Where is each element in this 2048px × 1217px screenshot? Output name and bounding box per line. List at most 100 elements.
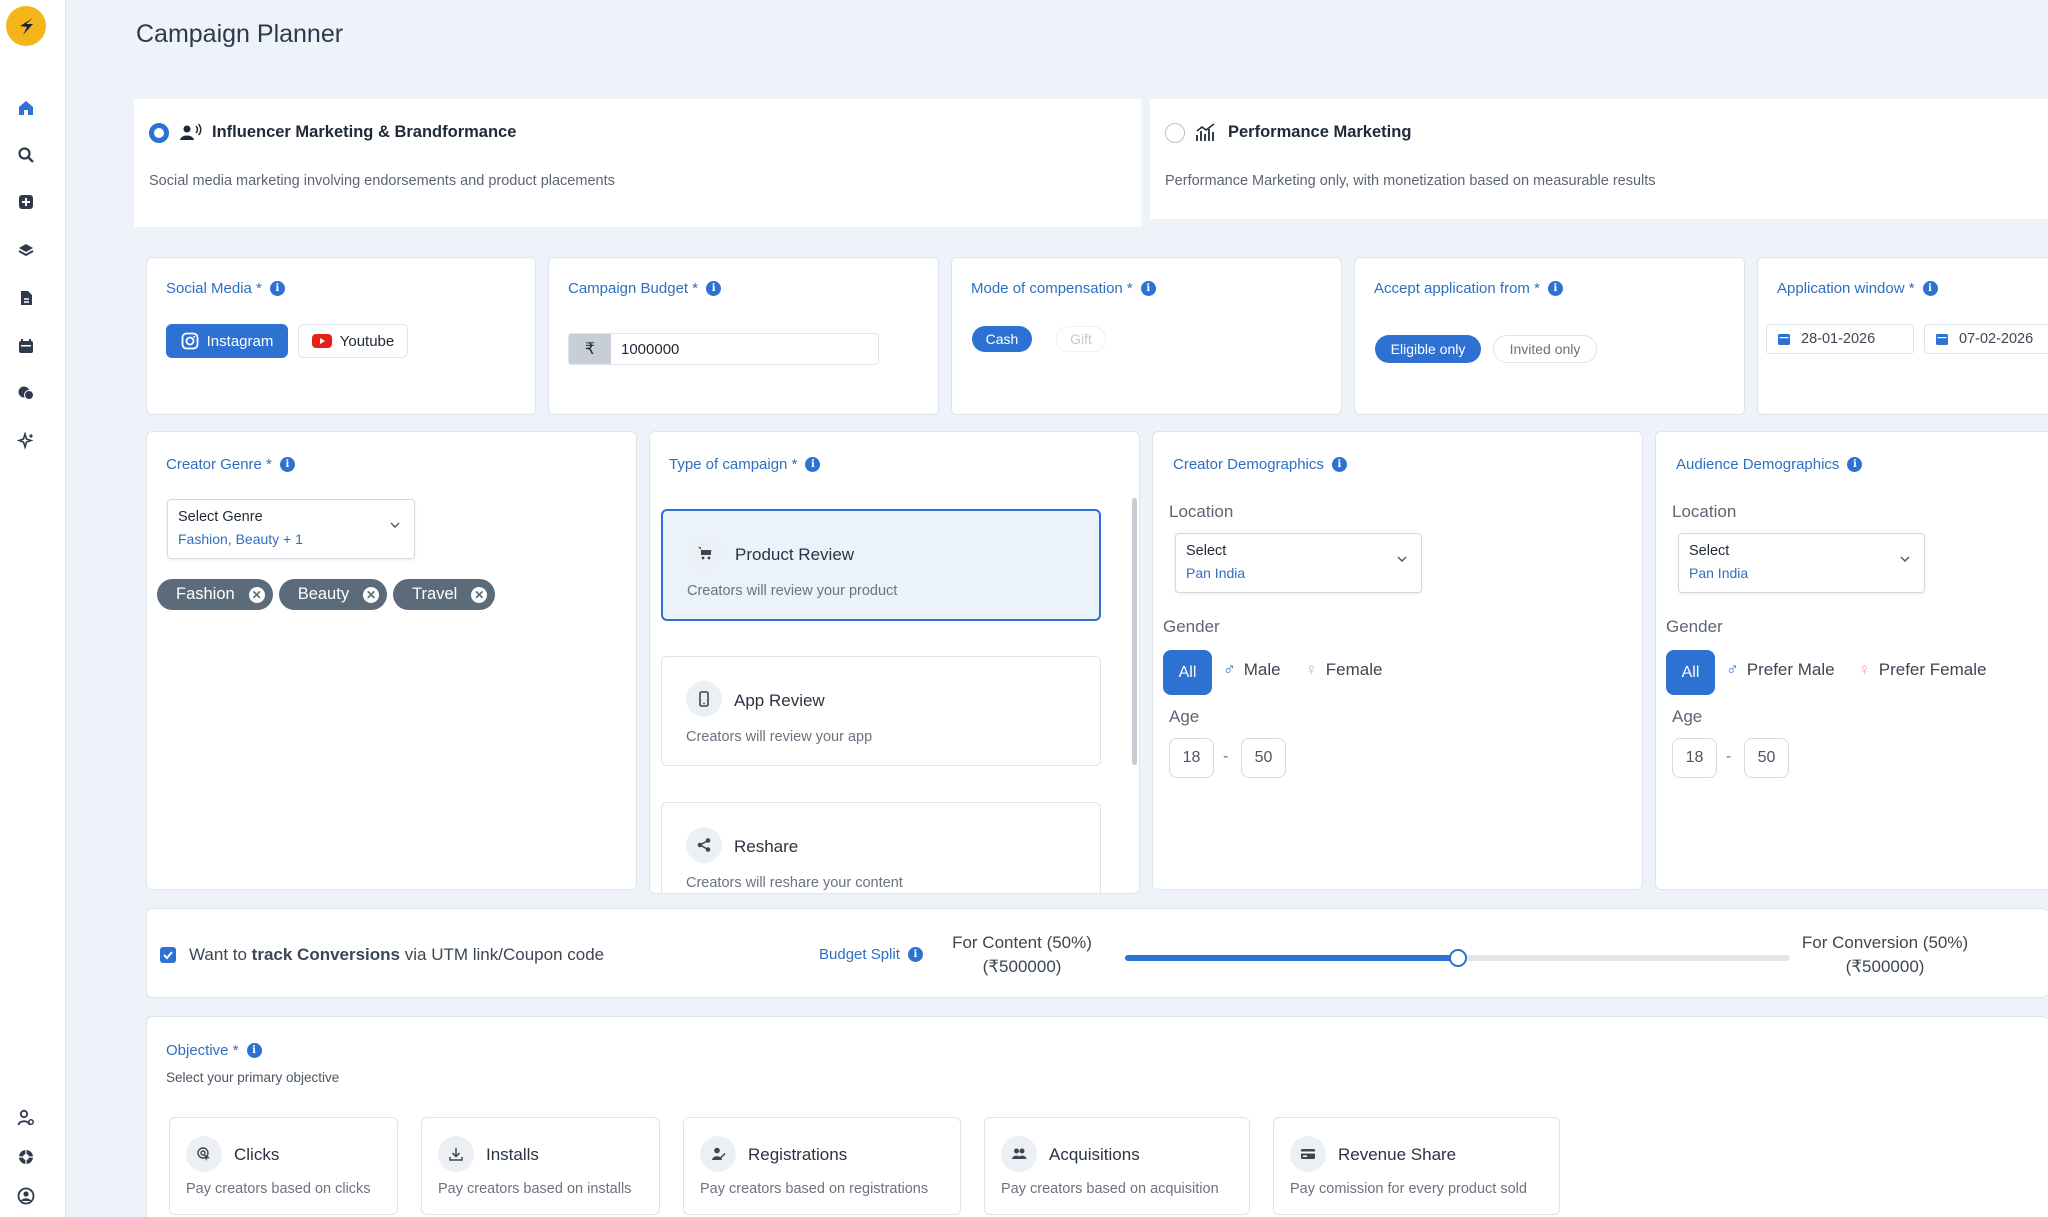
add-icon[interactable]: [14, 190, 38, 214]
product-review-title: Product Review: [735, 545, 855, 564]
objective-title: Registrations: [748, 1145, 848, 1164]
objective-registrations[interactable]: Registrations Pay creators based on regi…: [683, 1117, 961, 1215]
logo[interactable]: [6, 6, 46, 46]
sparkle-icon[interactable]: [14, 429, 38, 453]
creator-genre-label: Creator Genre * i: [166, 456, 295, 473]
info-icon[interactable]: i: [1847, 457, 1863, 472]
objective-revenue-share[interactable]: Revenue Share Pay comission for every pr…: [1273, 1117, 1560, 1215]
reshare-desc: Creators will reshare your content: [686, 875, 903, 891]
conversion-tracking-bar: Want to track Conversions via UTM link/C…: [146, 908, 2048, 998]
user-settings-icon[interactable]: [14, 1106, 38, 1130]
instagram-button[interactable]: Instagram: [166, 324, 288, 358]
genre-chip[interactable]: Travel ✕: [393, 579, 496, 610]
track-conversions-checkbox[interactable]: [160, 947, 176, 963]
social-media-card: Social Media * i Instagram Youtube: [146, 257, 536, 415]
gender-label: Gender: [1666, 617, 1723, 636]
genre-chips: Fashion ✕ Beauty ✕ Travel ✕: [157, 579, 496, 610]
objective-clicks[interactable]: Clicks Pay creators based on clicks: [169, 1117, 398, 1215]
objective-title: Revenue Share: [1338, 1145, 1457, 1164]
objective-desc: Pay creators based on clicks: [186, 1181, 371, 1197]
genre-chip[interactable]: Beauty ✕: [278, 579, 388, 610]
info-icon[interactable]: i: [1140, 281, 1156, 296]
info-icon[interactable]: i: [1331, 457, 1347, 472]
objective-desc: Pay creators based on installs: [438, 1181, 632, 1197]
gender-all-button[interactable]: All: [1666, 650, 1715, 695]
layers-icon[interactable]: [14, 238, 38, 262]
age-separator: -: [1223, 748, 1229, 765]
info-icon[interactable]: i: [907, 947, 923, 962]
gender-prefer-male-option[interactable]: ♂ Prefer Male: [1726, 660, 1835, 680]
calendar-icon[interactable]: [14, 334, 38, 358]
gender-male-label: Male: [1243, 660, 1281, 679]
document-icon[interactable]: [14, 286, 38, 310]
home-icon[interactable]: [14, 96, 38, 120]
objective-title: Installs: [486, 1145, 539, 1164]
start-date-input[interactable]: 28-01-2026: [1766, 324, 1914, 354]
genre-select[interactable]: Select Genre Fashion, Beauty + 1: [167, 499, 415, 559]
creator-location-select[interactable]: Select Pan India: [1175, 533, 1422, 593]
search-icon[interactable]: [14, 143, 38, 167]
cash-button[interactable]: Cash: [972, 326, 1032, 352]
content-split-text: For Content (50%) (₹500000): [947, 931, 1097, 979]
social-media-label-text: Social Media *: [166, 280, 262, 297]
genre-chip[interactable]: Fashion ✕: [157, 579, 273, 610]
app-review-option[interactable]: App Review Creators will review your app: [661, 656, 1101, 766]
remove-icon[interactable]: ✕: [363, 586, 380, 603]
age-max-input[interactable]: 50: [1241, 738, 1286, 778]
app-review-desc: Creators will review your app: [686, 729, 873, 745]
info-icon[interactable]: i: [1547, 281, 1563, 296]
info-icon[interactable]: i: [1922, 281, 1938, 296]
compensation-card: Mode of compensation * i Cash Gift: [951, 257, 1342, 415]
remove-icon[interactable]: ✕: [248, 586, 265, 603]
info-icon[interactable]: i: [269, 281, 285, 296]
influencer-marketing-radio[interactable]: [149, 123, 169, 143]
campaign-budget-label-text: Campaign Budget *: [568, 280, 699, 297]
gender-label: Gender: [1163, 617, 1220, 636]
info-icon[interactable]: i: [706, 281, 722, 296]
gender-all-button[interactable]: All: [1163, 650, 1212, 695]
performance-marketing-option[interactable]: Performance Marketing Performance Market…: [1150, 99, 2048, 219]
info-icon[interactable]: i: [279, 457, 295, 472]
download-icon: [438, 1136, 474, 1172]
objective-installs[interactable]: Installs Pay creators based on installs: [421, 1117, 660, 1215]
budget-input[interactable]: 1000000: [611, 334, 878, 364]
performance-marketing-radio[interactable]: [1165, 123, 1185, 143]
influencer-marketing-option[interactable]: Influencer Marketing & Brandformance Soc…: [134, 99, 1141, 227]
end-date-input[interactable]: 07-02-2026: [1924, 324, 2048, 354]
audience-location-select[interactable]: Select Pan India: [1678, 533, 1925, 593]
support-icon[interactable]: [14, 1145, 38, 1169]
info-icon[interactable]: i: [805, 457, 821, 472]
budget-split-label-text: Budget Split: [819, 946, 900, 963]
profile-icon[interactable]: [14, 1184, 38, 1208]
info-icon[interactable]: i: [246, 1043, 262, 1058]
age-min-input[interactable]: 18: [1169, 738, 1214, 778]
age-min-input[interactable]: 18: [1672, 738, 1717, 778]
gender-prefer-female-option[interactable]: ♀ Prefer Female: [1858, 660, 1986, 680]
slider-thumb[interactable]: [1448, 949, 1467, 967]
compensation-label-text: Mode of compensation *: [971, 280, 1133, 297]
youtube-button[interactable]: Youtube: [298, 324, 408, 358]
remove-icon[interactable]: ✕: [471, 586, 488, 603]
age-max-input[interactable]: 50: [1744, 738, 1789, 778]
group-icon: [1001, 1136, 1037, 1172]
reshare-option[interactable]: Reshare Creators will reshare your conte…: [661, 802, 1101, 893]
instagram-label: Instagram: [206, 332, 274, 350]
invited-only-button[interactable]: Invited only: [1493, 335, 1597, 363]
eligible-only-button[interactable]: Eligible only: [1375, 335, 1481, 363]
track-text-prefix: Want to: [189, 945, 252, 964]
gender-male-option[interactable]: ♂ Male: [1223, 660, 1281, 680]
product-review-option[interactable]: Product Review Creators will review your…: [661, 509, 1101, 621]
scrollbar-thumb[interactable]: [1132, 498, 1137, 765]
chat-icon[interactable]: [14, 381, 38, 405]
people-voice-icon: [180, 123, 202, 140]
male-icon: ♂: [1223, 660, 1236, 679]
age-separator: -: [1726, 748, 1732, 765]
youtube-label: Youtube: [339, 332, 395, 350]
objective-title: Clicks: [234, 1145, 280, 1164]
budget-split-slider[interactable]: [1125, 949, 1790, 967]
click-icon: [186, 1136, 222, 1172]
objective-acquisitions[interactable]: Acquisitions Pay creators based on acqui…: [984, 1117, 1250, 1215]
gift-button[interactable]: Gift: [1056, 326, 1106, 352]
gender-female-option[interactable]: ♀ Female: [1305, 660, 1382, 680]
accept-application-label: Accept application from * i: [1374, 280, 1563, 297]
